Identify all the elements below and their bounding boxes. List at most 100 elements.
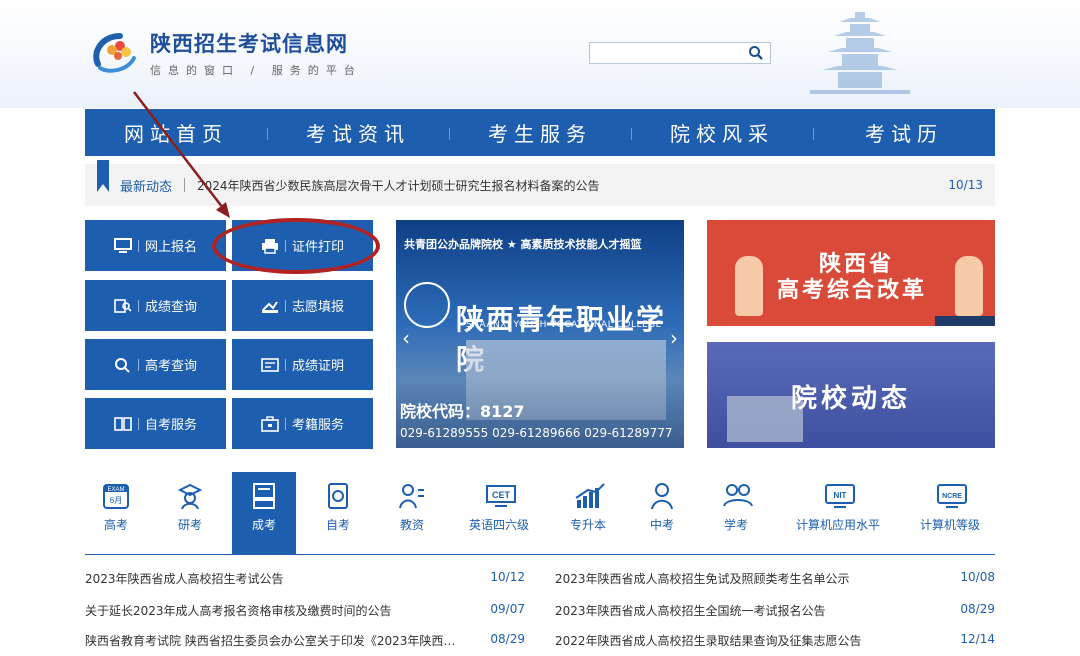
tab-label: 计算机等级 [919, 518, 980, 532]
banner-college-english: SHAANXI YOUTH VOCATIONAL COLLEGE [466, 320, 662, 330]
nav-item-exam-news[interactable]: 考试资讯 [267, 118, 449, 147]
gaokao-reform-banner[interactable]: 陕西省 高考综合改革 [707, 220, 995, 326]
bookmark-icon [97, 160, 109, 192]
nit-icon: NIT [824, 482, 855, 510]
monitor-icon [113, 237, 132, 254]
tab-zhuanshengben[interactable]: 专升本 [556, 472, 620, 554]
service-label: 成绩查询 [144, 300, 197, 315]
banner-tagline: 共青团公办品牌院校 ★ 高素质技术技能人才摇篮 [404, 238, 642, 251]
nav-item-college-showcase[interactable]: 院校风采 [631, 118, 813, 147]
service-score-certificate-button[interactable]: 成绩证明 [232, 339, 373, 390]
service-gaokao-query-button[interactable]: 高考查询 [85, 339, 226, 390]
tab-label: 中考 [649, 518, 674, 532]
chart-up-icon [574, 482, 605, 510]
score-search-icon [114, 298, 132, 314]
book-icon [114, 416, 132, 432]
search-box [589, 42, 771, 64]
tab-label: 教资 [399, 518, 424, 532]
college-seal-icon [404, 282, 450, 328]
tab-chengkao[interactable]: 成考 [232, 472, 296, 554]
reform-banner-line2: 高考综合改革 [777, 278, 928, 303]
search-input[interactable] [590, 44, 740, 64]
tab-zikao[interactable]: 自考 [306, 472, 370, 554]
self-study-icon [324, 482, 352, 510]
desk-illustration-icon [935, 316, 995, 326]
banner-phone-numbers: 029-61289555 029-61289666 029-61289777 [400, 426, 673, 440]
button-divider [137, 299, 139, 312]
adult-exam-icon [250, 482, 278, 510]
carousel-prev-icon[interactable]: ‹ [402, 326, 410, 350]
svg-text:NCRE: NCRE [942, 493, 962, 500]
button-divider [284, 417, 286, 430]
service-score-query-button[interactable]: 成绩查询 [85, 280, 226, 331]
site-title: 陕西招生考试信息网 [150, 32, 348, 56]
button-divider [137, 417, 139, 430]
dynamics-banner-title: 院校动态 [791, 384, 912, 414]
tab-yankao[interactable]: 研考 [158, 472, 222, 554]
news-item[interactable]: 2023年陕西省成人高校招生全国统一考试报名公告 08/29 [555, 602, 995, 618]
college-banner-carousel[interactable]: 共青团公办品牌院校 ★ 高素质技术技能人才摇篮 陕西青年职业学院 SHAANXI… [396, 220, 684, 448]
button-divider [137, 239, 139, 252]
service-label: 网上报名 [144, 240, 197, 255]
search-icon[interactable] [748, 45, 764, 61]
nav-item-exam-calendar[interactable]: 考试历 [813, 118, 995, 147]
exam-calendar-icon: EXAM 6月 [102, 482, 130, 510]
teacher-icon [398, 482, 426, 510]
annotation-highlight-circle [212, 218, 380, 274]
logo-mark-icon [88, 30, 142, 76]
service-application-fill-button[interactable]: 志愿填报 [232, 280, 373, 331]
tab-cet[interactable]: CET 英语四六级 [464, 472, 534, 554]
tab-jiaozi[interactable]: 教资 [380, 472, 444, 554]
svg-text:EXAM: EXAM [107, 487, 124, 493]
svg-text:NIT: NIT [834, 491, 847, 500]
college-dynamics-banner[interactable]: 院校动态 [707, 342, 995, 448]
graduate-icon [176, 482, 204, 510]
annotation-arrow-icon [133, 91, 230, 218]
tab-label: 自考 [325, 518, 350, 532]
tab-label: 高考 [103, 518, 128, 532]
carousel-next-icon[interactable]: › [670, 326, 678, 350]
tab-computer-level[interactable]: NCRE 计算机等级 [912, 472, 988, 554]
service-label: 成绩证明 [291, 359, 344, 374]
tab-computer-application[interactable]: NIT 计算机应用水平 [790, 472, 886, 554]
group-icon [722, 482, 753, 510]
student-illustration-icon [735, 256, 763, 316]
person-icon [648, 482, 676, 510]
button-divider [284, 299, 286, 312]
tab-zhongkao[interactable]: 中考 [630, 472, 694, 554]
pagoda-decoration-icon [810, 12, 910, 94]
tab-xuekao[interactable]: 学考 [704, 472, 768, 554]
tab-divider [85, 554, 995, 555]
student-illustration-icon [955, 256, 983, 316]
tab-label: 专升本 [569, 518, 606, 532]
svg-text:CET: CET [492, 490, 511, 500]
site-subtitle: 信息的窗口 / 服务的平台 [150, 64, 362, 77]
ticker-headline[interactable]: 2024年陕西省少数民族高层次骨干人才计划硕士研究生报名材料备案的公告 [197, 177, 948, 194]
tab-label: 计算机应用水平 [795, 518, 880, 532]
service-self-study-button[interactable]: 自考服务 [85, 398, 226, 449]
tab-gaokao[interactable]: EXAM 6月 高考 [84, 472, 148, 554]
button-divider [284, 358, 286, 371]
service-label: 考籍服务 [291, 418, 344, 433]
news-item[interactable]: 2023年陕西省成人高校招生考试公告 10/12 [85, 570, 525, 586]
tab-label: 研考 [177, 518, 202, 532]
service-label: 自考服务 [144, 418, 197, 433]
tab-label: 成考 [251, 518, 276, 532]
button-divider [137, 358, 139, 371]
ncre-icon: NCRE [936, 482, 967, 510]
site-logo[interactable]: 陕西招生考试信息网 信息的窗口 / 服务的平台 [88, 28, 362, 78]
news-item[interactable]: 2023年陕西省成人高校招生免试及照顾类考生名单公示 10/08 [555, 570, 995, 586]
hand-write-icon [261, 298, 279, 314]
service-label: 志愿填报 [291, 300, 344, 315]
tab-label: 英语四六级 [468, 518, 529, 532]
news-item[interactable]: 关于延长2023年成人高考报名资格审核及缴费时间的公告 09/07 [85, 602, 525, 618]
certificate-icon [261, 357, 279, 373]
ticker-date: 10/13 [948, 178, 983, 192]
news-item[interactable]: 陕西省教育考试院 陕西省招生委员会办公室关于印发《2023年陕西省... 08/2… [85, 632, 525, 648]
nav-item-student-service[interactable]: 考生服务 [449, 118, 631, 147]
news-item[interactable]: 2022年陕西省成人高校招生录取结果查询及征集志愿公告 12/14 [555, 632, 995, 648]
service-label: 高考查询 [144, 359, 197, 374]
cet-icon: CET [485, 482, 516, 510]
svg-text:6月: 6月 [110, 496, 122, 505]
service-exam-record-button[interactable]: 考籍服务 [232, 398, 373, 449]
